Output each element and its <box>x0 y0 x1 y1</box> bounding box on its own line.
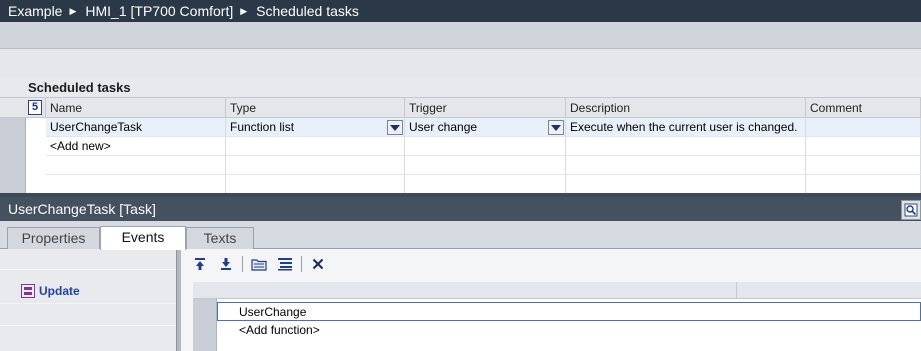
empty-cell <box>405 175 566 194</box>
empty-cell <box>566 137 806 156</box>
function-item[interactable]: UserChange <box>217 302 921 321</box>
move-down-icon[interactable] <box>216 254 236 274</box>
breadcrumb-editor[interactable]: Scheduled tasks <box>256 3 359 19</box>
empty-cell <box>226 137 405 156</box>
column-header-comment[interactable]: Comment <box>806 98 921 118</box>
divider <box>0 325 176 326</box>
empty-cell <box>405 137 566 156</box>
trigger-dropdown-icon[interactable] <box>548 120 564 135</box>
row-header-column <box>193 299 217 351</box>
breadcrumb: Example ▶ HMI_1 [TP700 Comfort] ▶ Schedu… <box>0 0 921 22</box>
function-list-toolbar <box>190 254 328 274</box>
tab-texts[interactable]: Texts <box>186 227 254 249</box>
empty-cell <box>46 156 226 175</box>
events-list <box>0 249 176 351</box>
column-divider <box>736 282 737 299</box>
table-header: Name Type Trigger Description Comment <box>0 98 921 118</box>
event-item-label: Update <box>39 284 80 298</box>
event-update-icon <box>21 284 35 298</box>
divider <box>0 269 176 270</box>
toolbar-separator <box>242 256 243 272</box>
folder-icon[interactable] <box>249 254 269 274</box>
empty-cell <box>226 175 405 194</box>
cell-name[interactable]: UserChangeTask <box>46 118 226 137</box>
cell-description[interactable]: Execute when the current user is changed… <box>566 118 806 137</box>
column-header-description[interactable]: Description <box>566 98 806 118</box>
empty-cell <box>405 156 566 175</box>
empty-cell <box>806 175 921 194</box>
divider <box>0 303 176 304</box>
toolbar-separator <box>301 256 302 272</box>
empty-cell <box>566 156 806 175</box>
list-icon[interactable] <box>275 254 295 274</box>
inspector-tabs: Properties Events Texts <box>0 221 921 250</box>
inspector-title: UserChangeTask [Task] <box>0 197 921 221</box>
column-header-name[interactable]: Name <box>46 98 226 118</box>
column-header-trigger[interactable]: Trigger <box>405 98 566 118</box>
magnifier-icon <box>904 203 918 217</box>
row-header-column <box>0 118 26 194</box>
editor-title: Scheduled tasks <box>28 80 131 95</box>
empty-cell <box>226 156 405 175</box>
chevron-right-icon: ▶ <box>69 5 77 16</box>
empty-cell <box>806 156 921 175</box>
empty-cell <box>806 137 921 156</box>
function-list-header <box>193 282 921 299</box>
event-item-update[interactable]: Update <box>21 284 80 298</box>
cell-type[interactable]: Function list <box>226 118 405 137</box>
empty-cell <box>46 175 226 194</box>
scheduled-tasks-table: Name Type Trigger Description Comment 5 … <box>0 97 921 194</box>
task-number-badge: 5 <box>28 100 42 115</box>
editor-toolbar-secondary <box>0 49 921 77</box>
breadcrumb-project[interactable]: Example <box>8 3 62 19</box>
column-header-type[interactable]: Type <box>226 98 405 118</box>
type-dropdown-icon[interactable] <box>387 120 403 135</box>
cell-comment[interactable] <box>806 118 921 137</box>
move-up-icon[interactable] <box>190 254 210 274</box>
add-new-cell[interactable]: <Add new> <box>46 137 226 156</box>
add-function-cell[interactable]: <Add function> <box>217 321 921 340</box>
inspector-info-icon[interactable] <box>901 200 921 220</box>
chevron-right-icon: ▶ <box>240 5 248 16</box>
delete-icon[interactable] <box>308 254 328 274</box>
editor-toolbar <box>0 22 921 49</box>
cell-trigger[interactable]: User change <box>405 118 566 137</box>
empty-cell <box>566 175 806 194</box>
tab-events[interactable]: Events <box>100 226 186 250</box>
function-list-table: UserChange <Add function> <box>193 282 921 351</box>
tab-properties[interactable]: Properties <box>7 227 100 249</box>
breadcrumb-device[interactable]: HMI_1 [TP700 Comfort] <box>85 3 233 19</box>
